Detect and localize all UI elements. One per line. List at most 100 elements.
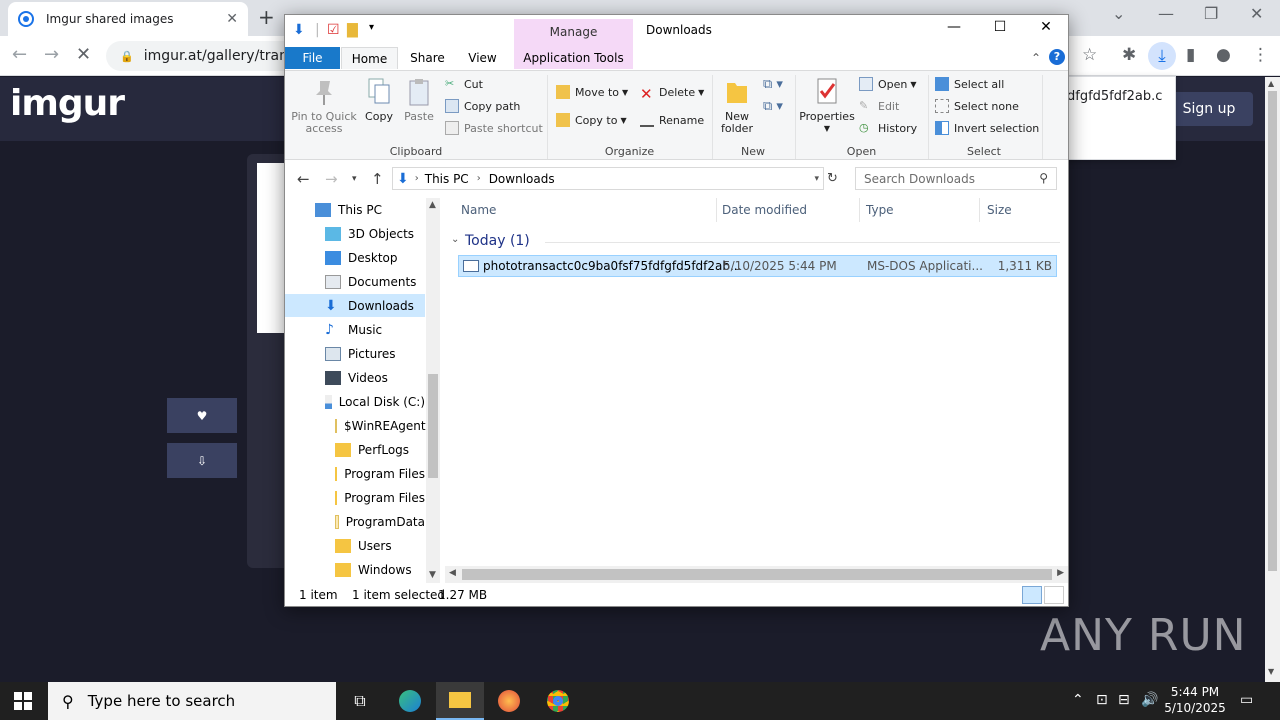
nav-downloads[interactable]: ⬇ Downloads [285, 294, 425, 317]
nav-desktop[interactable]: Desktop [285, 246, 425, 269]
tab-search-icon[interactable]: ⌄ [1112, 4, 1125, 23]
rename-button[interactable]: Rename [640, 113, 704, 127]
select-all-button[interactable]: Select all [935, 77, 1004, 91]
chrome-icon[interactable] [534, 682, 582, 720]
new-folder-button[interactable]: New folder [717, 77, 757, 135]
group-collapse-icon[interactable]: ⌄ [451, 234, 459, 245]
image-preview[interactable] [257, 163, 287, 333]
file-row[interactable]: phototransactc0c9ba0fsf75fdfgfd5fdf2ab..… [458, 255, 1057, 277]
tab-file[interactable]: File [285, 47, 340, 69]
copy-path-button[interactable]: Copy path [445, 99, 520, 113]
properties-button[interactable]: Properties ▼ [799, 77, 855, 135]
menu-icon[interactable]: ⋮ [1252, 45, 1269, 65]
minimize-icon[interactable]: — [931, 19, 977, 43]
nav-scroll-thumb[interactable] [428, 374, 438, 478]
pin-quick-access-button[interactable]: Pin to Quick access [289, 77, 359, 135]
invert-selection-button[interactable]: Invert selection [935, 121, 1039, 135]
paste-shortcut-button[interactable]: Paste shortcut [445, 121, 543, 135]
select-none-button[interactable]: Select none [935, 99, 1019, 113]
firefox-icon[interactable] [485, 682, 533, 720]
close-icon[interactable]: ✕ [1023, 19, 1068, 43]
column-size[interactable]: Size [987, 203, 1012, 217]
forward-icon[interactable]: → [44, 44, 59, 65]
column-separator[interactable] [716, 198, 717, 222]
file-explorer-icon[interactable] [436, 682, 484, 720]
like-button[interactable]: ♥ [167, 398, 237, 433]
profile-icon[interactable]: ● [1216, 45, 1231, 65]
move-to-button[interactable]: Move to ▼ [556, 85, 628, 99]
nav-3d-objects[interactable]: 3D Objects [285, 222, 425, 245]
hscroll-thumb[interactable] [462, 569, 1052, 580]
edge-icon[interactable] [386, 682, 434, 720]
tray-chevron-icon[interactable]: ⌃ [1072, 692, 1084, 708]
refresh-icon[interactable]: ↻ [827, 171, 838, 186]
imgur-logo[interactable]: imgur [10, 83, 125, 124]
download-button[interactable]: ⇩ [167, 443, 237, 478]
nav-folder-program-files[interactable]: Program Files [285, 462, 425, 485]
back-icon[interactable]: ← [297, 170, 310, 188]
scroll-right-icon[interactable]: ▶ [1057, 568, 1064, 578]
tab-view[interactable]: View [460, 47, 505, 69]
maximize-icon[interactable]: ☐ [977, 19, 1023, 43]
group-header-today[interactable]: Today (1) [465, 233, 530, 249]
close-window-icon[interactable]: ✕ [1250, 4, 1263, 23]
sign-up-button[interactable]: Sign up [1165, 92, 1253, 126]
search-input[interactable]: Search Downloads ⚲ [855, 167, 1057, 190]
column-name[interactable]: Name [461, 203, 496, 217]
new-folder-qa-icon[interactable]: ▇ [347, 22, 358, 38]
new-item-icon[interactable]: ⧉ ▾ [763, 77, 783, 92]
stop-loading-icon[interactable]: ✕ [76, 44, 91, 65]
tab-share[interactable]: Share [405, 47, 450, 69]
back-icon[interactable]: ← [12, 44, 27, 65]
properties-qa-icon[interactable]: ☑ [327, 22, 340, 38]
network-drive-icon[interactable]: ⊡ [1096, 692, 1108, 708]
column-type[interactable]: Type [866, 203, 894, 217]
nav-folder-perflogs[interactable]: PerfLogs [285, 438, 425, 461]
nav-local-disk[interactable]: Local Disk (C:) [285, 390, 425, 413]
nav-folder-windows[interactable]: Windows [285, 558, 425, 581]
side-panel-icon[interactable]: ▮ [1186, 45, 1195, 65]
large-icons-view-icon[interactable] [1044, 586, 1064, 604]
copy-to-button[interactable]: Copy to ▼ [556, 113, 627, 127]
ribbon-collapse-icon[interactable]: ⌃ [1031, 51, 1041, 65]
column-separator[interactable] [859, 198, 860, 222]
help-icon[interactable]: ? [1049, 49, 1065, 65]
column-date-modified[interactable]: Date modified [722, 203, 807, 217]
nav-this-pc[interactable]: This PC [285, 198, 425, 221]
nav-folder-program-files-x86[interactable]: Program Files [285, 486, 425, 509]
minimize-icon[interactable]: — [1158, 4, 1174, 23]
volume-icon[interactable]: 🔊 [1141, 692, 1158, 708]
paste-button[interactable]: Paste [401, 77, 437, 123]
recent-locations-icon[interactable]: ▾ [352, 174, 357, 184]
scroll-thumb[interactable] [1268, 91, 1277, 571]
windows-start-icon[interactable] [14, 692, 32, 710]
up-icon[interactable]: ↑ [371, 170, 384, 188]
scroll-up-icon[interactable]: ▲ [1268, 79, 1274, 88]
scroll-down-icon[interactable]: ▼ [1268, 667, 1274, 676]
forward-icon[interactable]: → [325, 170, 338, 188]
page-scrollbar[interactable]: ▲ ▼ [1265, 77, 1280, 682]
address-dropdown-icon[interactable]: ▾ [814, 174, 819, 184]
nav-scrollbar[interactable]: ▲ ▼ [426, 198, 440, 583]
nav-videos[interactable]: Videos [285, 366, 425, 389]
nav-pictures[interactable]: Pictures [285, 342, 425, 365]
tab-application-tools[interactable]: Application Tools [514, 47, 633, 69]
edit-button[interactable]: ✎ Edit [859, 99, 899, 113]
notifications-icon[interactable]: ▭ [1240, 692, 1253, 708]
nav-documents[interactable]: Documents [285, 270, 425, 293]
column-separator[interactable] [979, 198, 980, 222]
nav-folder-users[interactable]: Users [285, 534, 425, 557]
delete-button[interactable]: ✕ Delete ▼ [640, 85, 704, 103]
close-tab-icon[interactable]: ✕ [226, 11, 238, 27]
restore-icon[interactable]: ❐ [1204, 4, 1218, 23]
network-icon[interactable]: ⊟ [1118, 692, 1130, 708]
breadcrumb-downloads[interactable]: Downloads [489, 172, 555, 186]
cut-button[interactable]: ✂ Cut [445, 77, 483, 91]
browser-tab[interactable]: Imgur shared images ✕ [8, 2, 248, 36]
nav-folder-programdata[interactable]: ProgramData [285, 510, 425, 533]
scroll-down-icon[interactable]: ▼ [429, 570, 436, 580]
copy-button[interactable]: Copy [361, 77, 397, 123]
scroll-up-icon[interactable]: ▲ [429, 200, 436, 210]
details-view-icon[interactable] [1022, 586, 1042, 604]
taskbar-search[interactable]: ⚲ Type here to search [48, 682, 336, 720]
